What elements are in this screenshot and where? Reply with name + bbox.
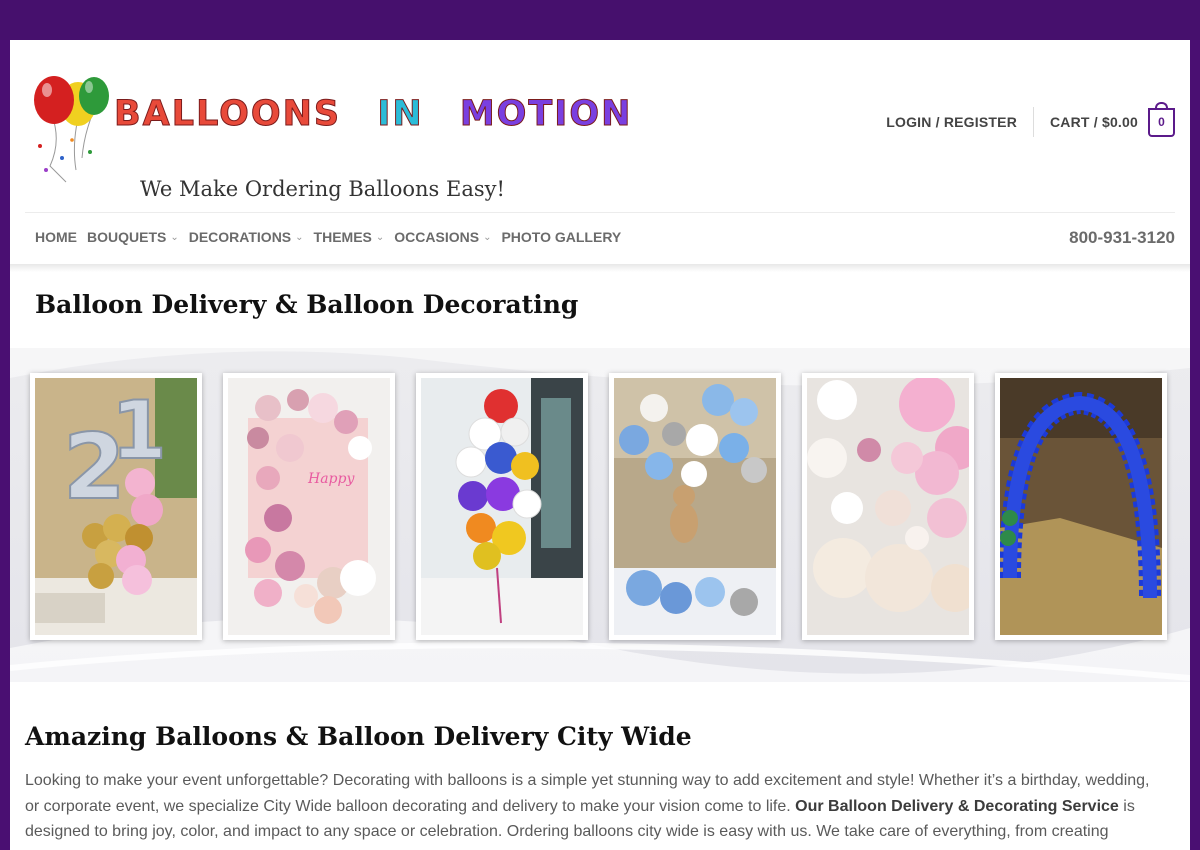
- header-divider: [1033, 107, 1034, 137]
- nav-item-bouquets[interactable]: BOUQUETS ⌄: [87, 229, 179, 245]
- chevron-down-icon[interactable]: ⌄: [295, 232, 303, 243]
- logo-word-2: IN: [377, 94, 424, 135]
- photo-blue-centerpiece-teddy: [614, 378, 776, 635]
- page-container: BALLOONS IN MOTION We Make Ordering Ball…: [10, 40, 1190, 850]
- gallery-photo-1[interactable]: 2 1: [30, 373, 202, 640]
- nav-link-home[interactable]: HOME: [35, 229, 77, 245]
- shopping-bag-icon[interactable]: 0: [1148, 101, 1175, 137]
- content-heading: Amazing Balloons & Balloon Delivery City…: [25, 722, 692, 751]
- nav-item-decorations[interactable]: DECORATIONS ⌄: [189, 229, 304, 245]
- photo-white-pink-garland: [807, 378, 969, 635]
- title-bar: Balloon Delivery & Balloon Decorating: [10, 268, 1190, 348]
- gallery-photo-6[interactable]: [995, 373, 1167, 640]
- gallery-photo-2[interactable]: Happy: [223, 373, 395, 640]
- site-header: BALLOONS IN MOTION We Make Ordering Ball…: [10, 40, 1190, 212]
- tagline: We Make Ordering Balloons Easy!: [140, 177, 505, 201]
- cart-link[interactable]: CART / $0.00: [1050, 114, 1138, 130]
- nav-item-photo-gallery[interactable]: PHOTO GALLERY: [501, 229, 621, 245]
- site-logo[interactable]: BALLOONS IN MOTION We Make Ordering Ball…: [32, 74, 631, 201]
- gallery-photo-4[interactable]: [609, 373, 781, 640]
- nav-link-bouquets[interactable]: BOUQUETS: [87, 229, 166, 245]
- balloon-logo-icon: [34, 76, 109, 183]
- chevron-down-icon[interactable]: ⌄: [170, 232, 178, 243]
- nav-item-themes[interactable]: THEMES ⌄: [314, 229, 385, 245]
- photo-blue-balloon-arch: [1000, 378, 1162, 635]
- logo-word-1: BALLOONS: [113, 94, 342, 135]
- photo-number-21-bouquet: 2 1: [35, 378, 197, 635]
- header-account-area: LOGIN / REGISTER CART / $0.00 0: [886, 101, 1175, 140]
- phone-number[interactable]: 800-931-3120: [1069, 228, 1175, 248]
- nav-menu: HOME BOUQUETS ⌄ DECORATIONS ⌄ THEMES ⌄ OCCA…: [35, 229, 631, 245]
- photo-gallery-strip: 2 1 Happy: [10, 348, 1190, 682]
- chevron-down-icon[interactable]: ⌄: [376, 232, 384, 243]
- gallery-photo-5[interactable]: [802, 373, 974, 640]
- content-paragraph: Looking to make your event unforgettable…: [25, 768, 1165, 850]
- photo-colorful-birthday-bouquet: [421, 378, 583, 635]
- nav-link-decorations[interactable]: DECORATIONS: [189, 229, 291, 245]
- page-title: Balloon Delivery & Balloon Decorating: [35, 290, 579, 319]
- page-background-band: [0, 0, 1200, 40]
- nav-link-themes[interactable]: THEMES: [314, 229, 372, 245]
- svg-text:1: 1: [111, 384, 167, 477]
- main-navigation: HOME BOUQUETS ⌄ DECORATIONS ⌄ THEMES ⌄ OCCA…: [25, 212, 1175, 265]
- logo-word-3: MOTION: [459, 94, 633, 135]
- nav-item-occasions[interactable]: OCCASIONS ⌄: [394, 229, 491, 245]
- nav-item-home[interactable]: HOME: [35, 229, 77, 245]
- cart-count: 0: [1158, 114, 1165, 129]
- gallery-photo-3[interactable]: [416, 373, 588, 640]
- nav-link-photo-gallery[interactable]: PHOTO GALLERY: [501, 229, 621, 245]
- chevron-down-icon[interactable]: ⌄: [483, 232, 491, 243]
- nav-link-occasions[interactable]: OCCASIONS: [394, 229, 479, 245]
- photo-pink-garland-wall: Happy: [228, 378, 390, 635]
- login-register-link[interactable]: LOGIN / REGISTER: [886, 114, 1017, 130]
- logo-wordmark: BALLOONS IN MOTION: [113, 92, 633, 136]
- paragraph-bold-text: Our Balloon Delivery & Decorating Servic…: [795, 797, 1119, 815]
- svg-text:Happy: Happy: [307, 471, 355, 487]
